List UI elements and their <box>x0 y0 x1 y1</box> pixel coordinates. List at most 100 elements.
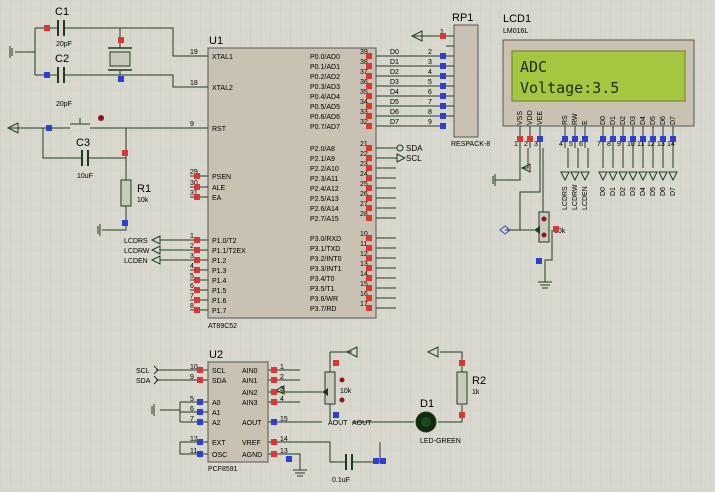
lcd-pin-num: 11 <box>637 141 644 148</box>
lcd-pin-name: D3 <box>630 116 637 125</box>
net-u2-scl: SCL <box>136 368 150 375</box>
c2-ref: C2 <box>55 53 69 65</box>
pin-state-marker <box>517 136 523 142</box>
u2-pin-num: 14 <box>280 436 288 443</box>
c2-value: 20pF <box>56 101 72 108</box>
net-aout: AOUT <box>328 420 348 427</box>
lcd-line1: ADC <box>520 58 547 76</box>
u1-pin-name: P0.0/AD0 <box>310 54 340 61</box>
pin-state-marker <box>118 37 124 43</box>
d1-value: LED-GREEN <box>420 438 461 445</box>
u1-pin-name: P1.4 <box>212 278 227 285</box>
lcd-pin-num: 12 <box>647 141 655 148</box>
pin-state-marker <box>620 136 626 142</box>
u1-pin-name: P1.0/T2 <box>212 238 237 245</box>
pin-state-marker <box>271 451 277 457</box>
rp1-pin-num: 3 <box>428 59 432 66</box>
r2-ref: R2 <box>472 375 486 387</box>
pin-state-marker <box>197 451 203 457</box>
lcd-pin-num: 13 <box>657 141 665 148</box>
u2-pin-num: 7 <box>190 416 194 423</box>
pin-state-marker <box>537 136 543 142</box>
lcd-pin-name: D1 <box>610 116 617 125</box>
u1-pin-name: P3.0/RXD <box>310 236 341 243</box>
u1-pin-name: P2.0/A8 <box>310 146 335 153</box>
u1-pin-name: P0.3/AD3 <box>310 84 340 91</box>
u1-pin-name: P1.3 <box>212 268 227 275</box>
pin-state-marker <box>122 150 128 156</box>
pin-state-marker <box>194 194 200 200</box>
pin-state-marker <box>271 419 277 425</box>
pin-state-marker <box>527 136 533 142</box>
pin-state-marker <box>440 83 446 89</box>
pin-state-marker <box>440 53 446 59</box>
u1-pin-name: P0.7/AD7 <box>310 124 340 131</box>
lcd-pin-name: D7 <box>670 116 677 125</box>
u1-pin-num: 1 <box>190 233 194 240</box>
lcd-pin-name: D6 <box>660 116 667 125</box>
net-lcden: LCDEN <box>124 258 148 265</box>
pin-state-marker <box>440 93 446 99</box>
pin-state-marker <box>582 136 588 142</box>
u1-pin-name: RST <box>212 126 227 133</box>
resistor-r1: R1 10k <box>120 179 151 207</box>
lcd-pin-num: 7 <box>597 141 601 148</box>
ic-u1[interactable]: U1 AT89C52 19XTAL118XTAL29RST29PSEN30ALE… <box>190 35 396 330</box>
c1-ref: C1 <box>55 6 69 18</box>
lcd-net-label: D7 <box>670 187 677 196</box>
net-lcdrw: LCDRW <box>124 248 150 255</box>
u1-pin-name: P3.7/RD <box>310 306 336 313</box>
u1-pin-num: 4 <box>190 263 194 270</box>
c3-ref: C3 <box>76 137 90 149</box>
lcd-pin-name: D5 <box>650 116 657 125</box>
pin-state-marker <box>194 247 200 253</box>
u2-pin-name: AIN2 <box>242 390 258 397</box>
lcd-net-label: LCDRS <box>562 186 569 210</box>
rp1-pin-num: 8 <box>428 109 432 116</box>
pin-state-marker <box>194 173 200 179</box>
lcd-pin-num: 2 <box>524 141 528 148</box>
u1-pin-name: P0.2/AD2 <box>310 74 340 81</box>
u2-pin-num: 11 <box>190 448 197 455</box>
u1-pin-num: 5 <box>190 273 194 280</box>
pin-state-marker <box>610 136 616 142</box>
pin-state-marker <box>194 267 200 273</box>
u2-pin-name: AIN1 <box>242 378 258 385</box>
pin-state-marker <box>271 367 277 373</box>
u2-pin-name: VREF <box>242 440 261 447</box>
rp1-pin-num: 7 <box>428 99 432 106</box>
lcd-pin-name: RS <box>562 115 569 125</box>
lcd-net-label: D2 <box>620 187 627 196</box>
pin-state-marker <box>562 136 568 142</box>
lcd-pin-num: 10 <box>627 141 635 148</box>
u2-pin-num: 15 <box>280 416 288 423</box>
lcd-pin-num: 5 <box>569 141 573 148</box>
u1-pin-name: P2.1/A9 <box>310 156 335 163</box>
lcd-pin-num: 8 <box>607 141 611 148</box>
rp1-pin-num: 5 <box>428 79 432 86</box>
u1-pin-num: 19 <box>190 49 198 56</box>
c-vref-value: 0.1uF <box>332 477 350 484</box>
lcd-net-label: LCDEN <box>582 186 589 210</box>
u1-pin-name: P2.3/A11 <box>310 176 338 183</box>
u2-pin-name: A0 <box>212 400 221 407</box>
pin-state-marker <box>271 439 277 445</box>
pin-state-marker <box>366 215 372 221</box>
pin-state-marker <box>660 136 666 142</box>
lcd-pin-name: VDD <box>527 110 534 125</box>
pin-state-marker <box>194 287 200 293</box>
u1-pin-name: P3.3/INT1 <box>310 266 342 273</box>
pin-state-marker <box>650 136 656 142</box>
r1-ref: R1 <box>137 183 151 195</box>
net-aout-2: AOUT <box>352 420 372 427</box>
r1-value: 10k <box>137 197 149 204</box>
pin-state-marker <box>670 136 676 142</box>
net-bus-label: D3 <box>390 79 399 86</box>
lcd-pin-num: 14 <box>667 141 675 148</box>
u2-pin-name: A2 <box>212 420 221 427</box>
pin-state-marker <box>600 136 606 142</box>
lcd-pin-name: D4 <box>640 116 647 125</box>
pin-state-marker <box>44 72 50 78</box>
u1-pin-name: P3.5/T1 <box>310 286 335 293</box>
pin-state-marker <box>572 136 578 142</box>
